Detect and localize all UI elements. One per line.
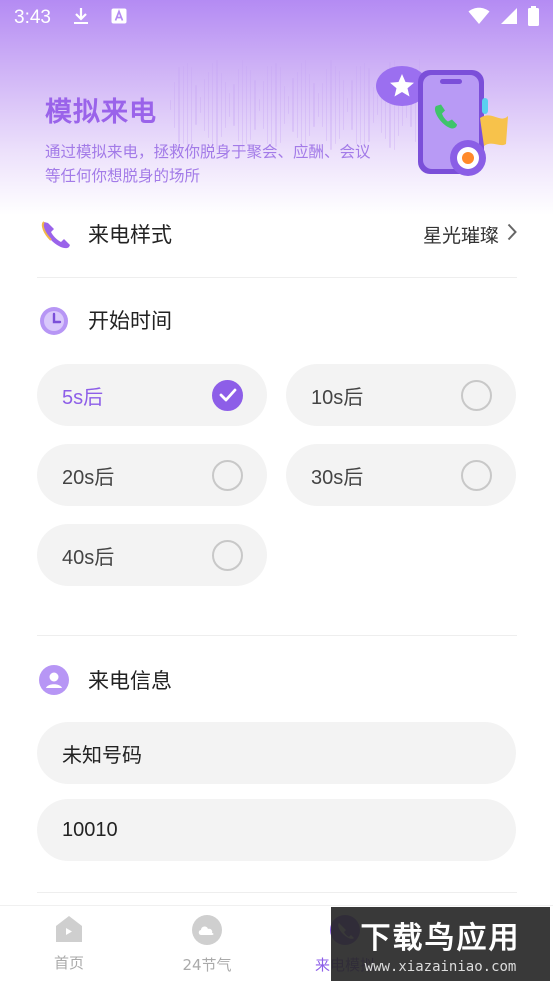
signal-icon (500, 7, 518, 29)
time-option-40s[interactable]: 40s后 (37, 524, 267, 586)
time-option-30s[interactable]: 30s后 (286, 444, 516, 506)
time-option-label: 20s后 (62, 466, 115, 489)
wave-bar (241, 59, 243, 151)
tab-solar-terms[interactable]: 24节气 (162, 914, 252, 975)
wave-bar (229, 93, 231, 117)
checked-radio-icon (212, 379, 243, 411)
wave-bar (212, 62, 214, 148)
call-style-row[interactable]: 来电样式 星光璀璨 (37, 210, 517, 258)
wave-bar (199, 96, 201, 114)
status-bar: 3:43 (0, 0, 553, 36)
weather-icon (191, 914, 223, 950)
wave-bar (237, 69, 239, 141)
time-option-label: 40s后 (62, 546, 115, 569)
wave-bar (288, 95, 290, 115)
wave-bar (254, 79, 256, 131)
wave-bar (351, 80, 353, 130)
wave-bar (300, 62, 302, 148)
wave-bar (186, 62, 189, 148)
battery-icon (528, 6, 539, 30)
download-icon (73, 7, 89, 29)
wave-bar (313, 83, 315, 127)
wave-bar (262, 80, 265, 129)
wave-bar (220, 72, 222, 138)
time-option-10s[interactable]: 10s后 (286, 364, 516, 426)
watermark-logo: 下载鸟应用 www.xiazainiao.com (331, 907, 550, 981)
wave-bar (364, 63, 366, 147)
tab-label: 首页 (53, 954, 84, 972)
wave-bar (317, 92, 319, 118)
time-option-label: 5s后 (62, 386, 104, 409)
wave-bar (258, 99, 260, 111)
wave-bar (334, 66, 336, 144)
radio-icon (212, 459, 243, 491)
wave-bar (283, 85, 286, 125)
wave-bar (342, 80, 345, 130)
watermark-title: 下载鸟应用 (360, 921, 521, 956)
wave-bar (203, 78, 205, 132)
radio-icon (212, 539, 243, 571)
phone-handset-icon (37, 217, 71, 251)
time-option-5s[interactable]: 5s后 (37, 364, 267, 426)
radio-icon (461, 379, 492, 411)
wave-bar (292, 77, 294, 133)
wave-bar (174, 81, 176, 129)
wave-bar (195, 85, 197, 125)
wave-bar (182, 65, 184, 145)
chevron-right-icon (507, 223, 517, 246)
wave-bar (338, 70, 340, 140)
caller-number-field[interactable]: 10010 (37, 799, 516, 861)
wave-bar (271, 65, 273, 145)
wave-bar (170, 100, 172, 110)
wave-bar (309, 73, 311, 137)
wave-bar (267, 66, 269, 144)
wave-bar (224, 82, 227, 128)
home-icon (53, 914, 85, 948)
wave-bar (250, 70, 252, 140)
phone-call-illustration (370, 58, 520, 188)
wave-bar (355, 65, 357, 145)
caller-name-field[interactable]: 未知号码 (37, 722, 516, 784)
time-option-label: 10s后 (311, 386, 364, 409)
divider (37, 277, 517, 278)
person-icon (37, 663, 71, 697)
wave-bar (305, 60, 307, 150)
hero-description: 通过模拟来电，拯救你脱身于聚会、应酬、会议等任何你想脱身的场所 (45, 143, 371, 185)
call-style-value[interactable]: 星光璀璨 (423, 221, 517, 248)
clock-icon (37, 303, 71, 337)
start-time-header: 开始时间 (37, 300, 337, 340)
wave-bar (245, 66, 248, 144)
wave-bar (330, 59, 332, 151)
call-style-value-text: 星光璀璨 (422, 224, 499, 247)
wave-bar (233, 84, 235, 126)
radio-icon (461, 459, 492, 491)
wave-bar (321, 83, 324, 127)
wave-bar (216, 59, 218, 151)
wave-bar (296, 71, 298, 139)
font-app-icon (111, 8, 127, 28)
divider (37, 892, 517, 893)
wave-bar (359, 65, 362, 145)
start-time-label: 开始时间 (88, 309, 172, 333)
caller-info-header: 来电信息 (37, 660, 337, 700)
tab-home[interactable]: 首页 (24, 914, 114, 973)
call-style-label: 来电样式 (88, 223, 172, 247)
wave-bar (178, 66, 180, 144)
wave-bar (275, 63, 277, 147)
status-time: 3:43 (14, 7, 51, 28)
hero-title: 模拟来电 (45, 97, 157, 128)
tab-label: 24节气 (182, 956, 232, 974)
divider (37, 635, 517, 636)
time-option-label: 30s后 (311, 466, 364, 489)
wave-bar (191, 66, 193, 144)
wave-bar (347, 98, 349, 112)
watermark-url: www.xiazainiao.com (364, 959, 517, 975)
wave-bar (279, 67, 281, 143)
wave-bar (326, 68, 328, 142)
wave-bar (207, 72, 210, 138)
time-option-20s[interactable]: 20s后 (37, 444, 267, 506)
caller-info-label: 来电信息 (88, 669, 172, 693)
wifi-icon (468, 7, 490, 29)
